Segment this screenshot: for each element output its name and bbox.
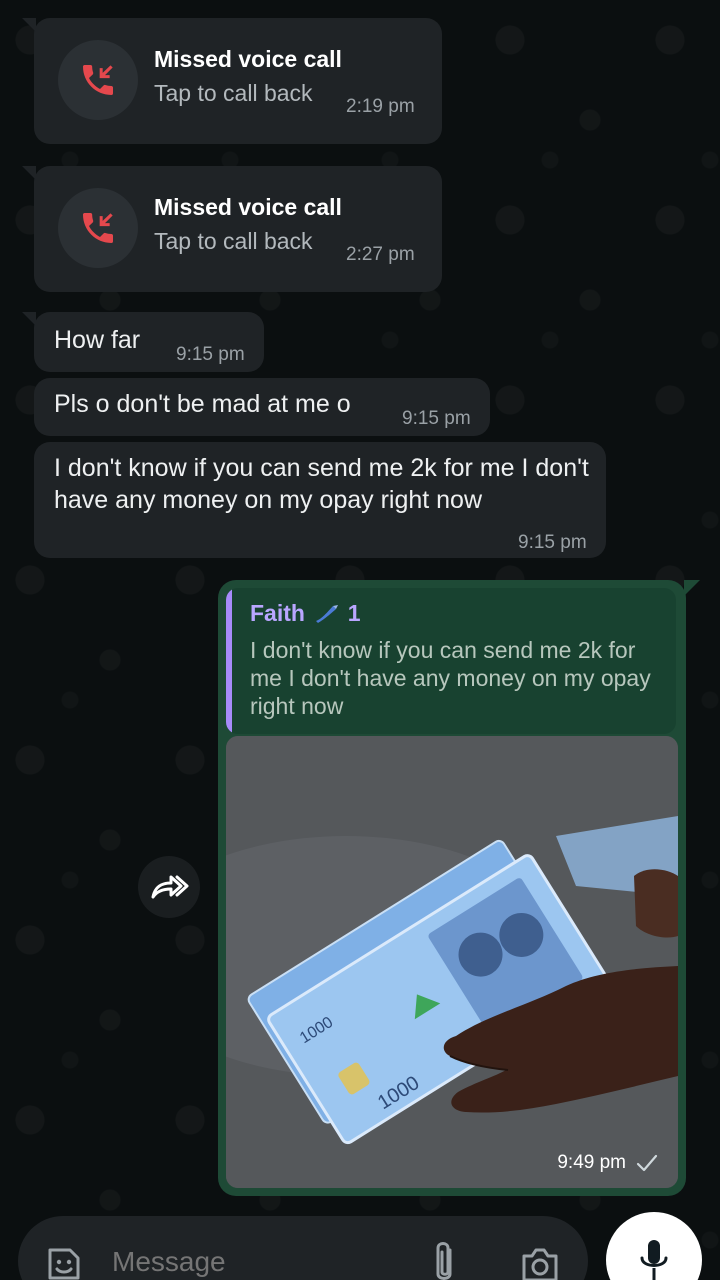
quoted-sender: Faith 1 (250, 600, 361, 627)
call-title: Missed voice call (154, 46, 342, 72)
incoming-message[interactable]: I don't know if you can send me 2k for m… (34, 442, 606, 558)
message-time: 9:49 pm (557, 1152, 626, 1173)
attach-icon[interactable] (426, 1238, 462, 1280)
paintbrush-emoji-icon (316, 605, 339, 623)
sticker-icon[interactable] (44, 1244, 84, 1280)
quoted-text: I don't know if you can send me 2k for m… (250, 637, 651, 719)
message-text: How far (54, 326, 141, 354)
quoted-sender-name: Faith (250, 600, 305, 626)
quoted-sender-suffix: 1 (347, 600, 361, 626)
microphone-icon (640, 1240, 668, 1280)
call-subtitle: Tap to call back (154, 80, 313, 106)
missed-call-bubble[interactable]: Missed voice call Tap to call back 2:19 … (22, 18, 442, 144)
sent-check-icon (636, 1154, 658, 1172)
message-time: 9:15 pm (176, 344, 245, 365)
banknote-photo: 1000 1000 (226, 736, 678, 1188)
outgoing-message[interactable]: Faith 1 I don't know if you can send me … (218, 580, 700, 1196)
message-time: 9:15 pm (518, 532, 587, 553)
forward-button[interactable] (138, 856, 200, 918)
quote-accent-bar (226, 588, 232, 734)
message-composer (18, 1216, 588, 1280)
camera-icon[interactable] (518, 1244, 562, 1280)
forward-icon (151, 875, 189, 899)
photo-attachment[interactable]: 1000 1000 9:49 pm (226, 736, 678, 1188)
missed-call-icon (83, 65, 113, 95)
call-time: 2:27 pm (346, 244, 415, 265)
call-title: Missed voice call (154, 194, 342, 220)
call-subtitle: Tap to call back (154, 228, 313, 254)
incoming-message[interactable]: Pls o don't be mad at me o 9:15 pm (34, 378, 490, 436)
incoming-message[interactable]: How far 9:15 pm (22, 312, 264, 372)
photo-timestamp: 9:49 pm (557, 1152, 658, 1174)
missed-call-icon (83, 213, 113, 243)
missed-call-bubble[interactable]: Missed voice call Tap to call back 2:27 … (22, 166, 442, 292)
quoted-message[interactable]: Faith 1 I don't know if you can send me … (226, 588, 676, 734)
message-text: Pls o don't be mad at me o (54, 390, 351, 418)
message-input[interactable] (112, 1242, 412, 1280)
message-text: I don't know if you can send me 2k for m… (54, 454, 589, 514)
call-time: 2:19 pm (346, 96, 415, 117)
missed-call-icon-wrap (58, 40, 138, 120)
missed-call-icon-wrap (58, 188, 138, 268)
message-time: 9:15 pm (402, 408, 471, 429)
